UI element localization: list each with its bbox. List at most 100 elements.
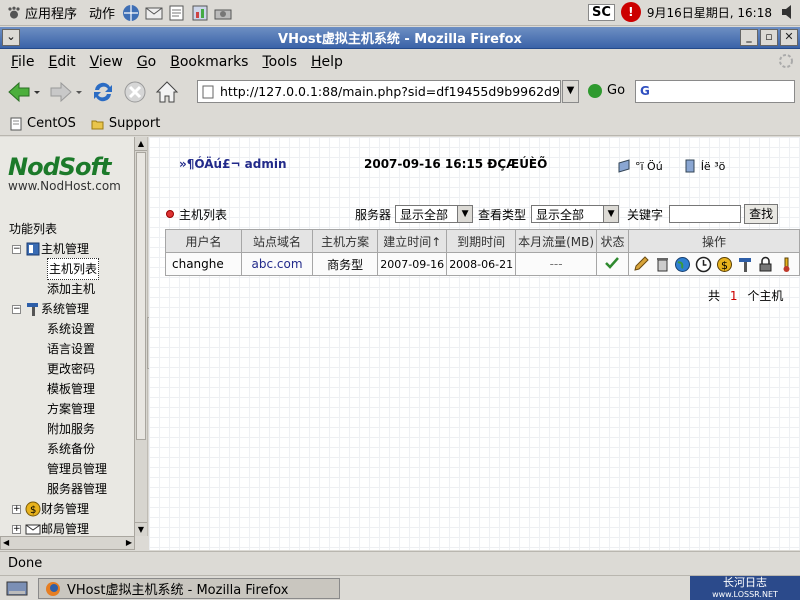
tree-group-finance-management[interactable]: + $ 财务管理 <box>0 499 135 519</box>
cell-username: changhe <box>164 252 243 276</box>
stop-icon[interactable] <box>122 79 148 105</box>
logout-link[interactable]: Íë ³ö <box>683 159 725 173</box>
applications-menu[interactable]: 应用程序 <box>0 3 83 22</box>
search-button[interactable]: 查找 <box>744 204 779 224</box>
settings-hammer-icon[interactable] <box>737 256 754 273</box>
menu-bookmarks[interactable]: Bookmarks <box>170 54 248 70</box>
cell-actions: $ <box>627 252 800 276</box>
tree-item-label: 模板管理 <box>47 382 96 396</box>
tree-item-template-management[interactable]: 模板管理 <box>0 379 135 399</box>
menu-view[interactable]: View <box>90 54 123 70</box>
forward-history-dropdown-icon[interactable] <box>74 79 84 105</box>
show-desktop-icon[interactable] <box>6 580 28 597</box>
tree-item-label: 语言设置 <box>47 342 96 356</box>
globe-icon[interactable] <box>674 256 691 273</box>
scroll-up-arrow-icon[interactable]: ▲ <box>135 137 147 151</box>
tree-group-system-management[interactable]: − 系统管理 <box>0 299 135 319</box>
actions-menu[interactable]: 动作 <box>83 3 121 22</box>
summary-prefix: 共 <box>708 289 721 303</box>
tree-item-system-settings[interactable]: 系统设置 <box>0 319 135 339</box>
expand-toggle[interactable]: + <box>12 524 21 534</box>
tree-item-host-list[interactable]: 主机列表 <box>0 258 135 280</box>
collapse-toggle[interactable]: − <box>12 304 21 314</box>
help-link[interactable]: °ï Öú <box>617 159 663 173</box>
web-browser-launcher-icon[interactable] <box>121 4 141 22</box>
type-select[interactable]: 显示全部 ▼ <box>531 205 620 223</box>
scroll-left-arrow-icon[interactable]: ◀ <box>3 537 9 549</box>
delete-trash-icon[interactable] <box>654 256 671 273</box>
menu-tools[interactable]: Tools <box>262 54 297 70</box>
tree-item-plan-management[interactable]: 方案管理 <box>0 399 135 419</box>
col-header-domain[interactable]: 站点域名 <box>241 229 314 253</box>
lock-icon[interactable] <box>757 256 774 273</box>
menu-go[interactable]: Go <box>137 54 156 70</box>
panel-clock[interactable]: 9月16日星期日, 16:18 <box>647 4 772 21</box>
scroll-thumb[interactable] <box>136 152 146 440</box>
scroll-down-arrow-icon[interactable]: ▼ <box>135 522 147 536</box>
url-dropdown-button[interactable]: ▼ <box>562 80 579 103</box>
menu-edit[interactable]: Edit <box>48 54 75 70</box>
volume-icon[interactable] <box>780 3 796 21</box>
col-header-plan[interactable]: 主机方案 <box>312 229 379 253</box>
back-arrow-icon[interactable] <box>6 79 32 105</box>
sidebar-vertical-scrollbar[interactable]: ▲ ▼ <box>134 137 147 536</box>
tree-item-server-management[interactable]: 服务器管理 <box>0 479 135 499</box>
scroll-right-arrow-icon[interactable]: ▶ <box>126 537 132 549</box>
dollar-payment-icon[interactable]: $ <box>716 256 733 273</box>
bookmark-support[interactable]: Support <box>90 116 160 131</box>
col-header-traffic[interactable]: 本月流量(MB) <box>515 229 598 253</box>
tree-item-add-host[interactable]: 添加主机 <box>0 279 135 299</box>
logo-website: www.NodHost.com <box>8 179 121 193</box>
graphics-launcher-icon[interactable] <box>213 4 233 22</box>
col-header-created[interactable]: 建立时间↑ <box>377 229 448 253</box>
tree-group-label: 主机管理 <box>41 242 90 256</box>
input-method-indicator[interactable]: SC <box>587 3 615 21</box>
collapse-toggle[interactable]: − <box>12 244 21 254</box>
checkmark-icon <box>605 256 620 269</box>
function-tree: 功能列表 − 主机管理 主机列表 添加主机 − 系统管理 系统设置 语言设置 更… <box>0 219 135 539</box>
keyword-input[interactable] <box>669 205 742 223</box>
window-menu-button[interactable]: ⌄ <box>2 29 20 46</box>
text-editor-launcher-icon[interactable] <box>167 4 187 22</box>
cell-domain-link[interactable]: abc.com <box>241 252 314 276</box>
clock-renew-icon[interactable] <box>695 256 712 273</box>
help-link-label: °ï Öú <box>635 159 663 173</box>
col-header-status[interactable]: 状态 <box>596 229 629 253</box>
maximize-button[interactable]: ▫ <box>760 29 778 46</box>
menu-file[interactable]: File <box>11 54 34 70</box>
navigation-toolbar: http://127.0.0.1:88/main.php?sid=df19455… <box>0 74 800 110</box>
search-input[interactable]: G <box>635 80 795 103</box>
forward-arrow-icon[interactable] <box>48 79 74 105</box>
menu-help[interactable]: Help <box>311 54 343 70</box>
back-history-dropdown-icon[interactable] <box>32 79 42 105</box>
tree-item-language-settings[interactable]: 语言设置 <box>0 339 135 359</box>
expand-toggle[interactable]: + <box>12 504 21 514</box>
actions-menu-label: 动作 <box>89 7 116 22</box>
tree-item-addon-services[interactable]: 附加服务 <box>0 419 135 439</box>
thermometer-icon[interactable] <box>778 256 795 273</box>
main-content-frame: »¶ÓÄú£¬ admin 2007-09-16 16:15 ÐÇÆÚÈÕ °ï… <box>149 137 800 550</box>
col-header-expires[interactable]: 到期时间 <box>446 229 517 253</box>
bookmark-centos[interactable]: CentOS <box>10 116 76 131</box>
tree-item-system-backup[interactable]: 系统备份 <box>0 439 135 459</box>
taskbar-window-button[interactable]: VHost虚拟主机系统 - Mozilla Firefox <box>38 578 340 599</box>
server-select[interactable]: 显示全部 ▼ <box>395 205 474 223</box>
tree-item-change-password[interactable]: 更改密码 <box>0 359 135 379</box>
minimize-button[interactable]: _ <box>740 29 758 46</box>
edit-brush-icon[interactable] <box>633 255 650 273</box>
update-alert-icon[interactable]: ! <box>620 2 641 22</box>
svg-text:$: $ <box>721 259 728 272</box>
col-header-username[interactable]: 用户名 <box>164 229 243 253</box>
sidebar-horizontal-scrollbar[interactable]: ◀ ▶ <box>0 536 135 550</box>
close-window-button[interactable]: ✕ <box>780 29 798 46</box>
bookmark-page-icon <box>10 117 22 130</box>
tree-group-host-management[interactable]: − 主机管理 <box>0 239 135 259</box>
home-icon[interactable] <box>154 79 180 105</box>
presentation-launcher-icon[interactable] <box>190 4 210 22</box>
reload-icon[interactable] <box>90 79 116 105</box>
bullet-icon <box>166 210 174 218</box>
go-button[interactable]: Go <box>588 83 625 98</box>
email-launcher-icon[interactable] <box>144 4 164 22</box>
tree-item-admin-management[interactable]: 管理员管理 <box>0 459 135 479</box>
url-field[interactable]: http://127.0.0.1:88/main.php?sid=df19455… <box>197 80 561 103</box>
